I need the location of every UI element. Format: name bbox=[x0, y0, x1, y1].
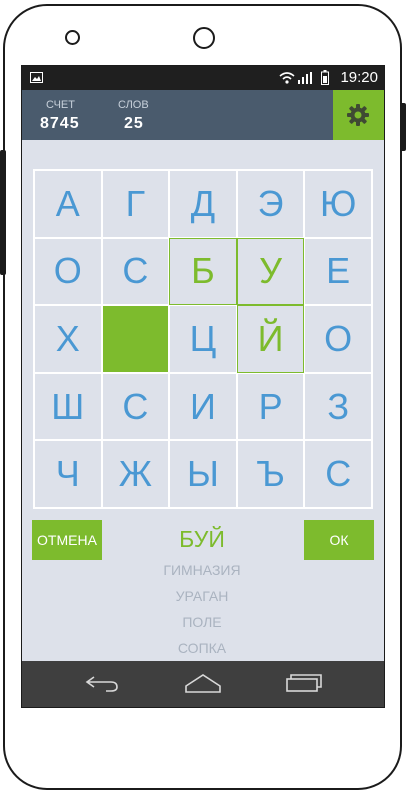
grid-cell[interactable]: Г bbox=[101, 170, 170, 238]
found-word: УРАГАН bbox=[175, 588, 229, 604]
grid-cell[interactable]: З bbox=[304, 372, 372, 441]
found-word: ПОЛЕ bbox=[182, 614, 222, 630]
words-value: 25 bbox=[124, 115, 144, 132]
battery-icon bbox=[321, 70, 329, 85]
navigation-bar bbox=[22, 661, 384, 707]
status-bar: 19:20 bbox=[22, 66, 384, 90]
wifi-icon bbox=[279, 72, 295, 84]
score-value: 8745 bbox=[40, 115, 80, 132]
grid-cell-filled[interactable] bbox=[101, 305, 170, 373]
found-word: ГИМНАЗИЯ bbox=[163, 562, 241, 578]
grid-cell[interactable]: Д bbox=[169, 170, 237, 238]
settings-button[interactable] bbox=[333, 90, 384, 140]
grid-cell[interactable]: Р bbox=[236, 372, 305, 441]
grid-cell[interactable]: Ц bbox=[169, 305, 237, 373]
grid-cell[interactable]: Ш bbox=[34, 372, 102, 441]
home-icon[interactable] bbox=[184, 671, 222, 695]
grid-cell[interactable]: Е bbox=[304, 237, 372, 306]
grid-cell[interactable]: С bbox=[304, 440, 372, 508]
grid-cell[interactable]: О bbox=[304, 305, 372, 373]
grid-cell[interactable]: А bbox=[34, 170, 102, 238]
gear-icon bbox=[347, 104, 369, 126]
back-icon[interactable] bbox=[84, 671, 120, 695]
grid-cell[interactable]: С bbox=[101, 237, 170, 306]
app-screen: 19:20 СЧЕТ 8745 СЛОВ 25 АГДЭЮОСБУЕХЦЙОШС… bbox=[21, 65, 385, 708]
grid-cell[interactable]: О bbox=[34, 237, 102, 306]
ok-button[interactable]: ОК bbox=[304, 520, 374, 560]
speaker bbox=[193, 27, 215, 49]
grid-cell[interactable]: У bbox=[236, 237, 305, 306]
volume-button bbox=[0, 150, 6, 275]
grid-cell[interactable]: Х bbox=[34, 305, 102, 373]
grid-cell[interactable]: И bbox=[169, 372, 237, 441]
grid-cell[interactable]: Э bbox=[236, 170, 305, 238]
gallery-icon bbox=[30, 72, 43, 83]
grid-cell[interactable]: Ы bbox=[169, 440, 237, 508]
cancel-button[interactable]: ОТМЕНА bbox=[32, 520, 102, 560]
grid-cell[interactable]: С bbox=[101, 372, 170, 441]
found-word: СОПКА bbox=[177, 640, 227, 656]
front-camera bbox=[65, 30, 80, 45]
grid-cell[interactable]: Ч bbox=[34, 440, 102, 508]
recent-apps-icon[interactable] bbox=[285, 671, 323, 695]
grid-cell[interactable]: Ъ bbox=[236, 440, 305, 508]
score-bar: СЧЕТ 8745 СЛОВ 25 bbox=[22, 90, 384, 140]
power-button bbox=[400, 103, 406, 151]
letter-grid: АГДЭЮОСБУЕХЦЙОШСИРЗЧЖЫЪС bbox=[33, 169, 373, 509]
signal-icon bbox=[298, 72, 312, 84]
words-label: СЛОВ bbox=[118, 99, 149, 111]
score-label: СЧЕТ bbox=[46, 99, 75, 111]
grid-cell[interactable]: Й bbox=[236, 305, 305, 373]
current-word: БУЙ bbox=[179, 526, 225, 552]
grid-cell[interactable]: Ж bbox=[101, 440, 170, 508]
grid-cell[interactable]: Б bbox=[169, 237, 237, 306]
grid-cell[interactable]: Ю bbox=[304, 170, 372, 238]
clock: 19:20 bbox=[340, 69, 378, 86]
